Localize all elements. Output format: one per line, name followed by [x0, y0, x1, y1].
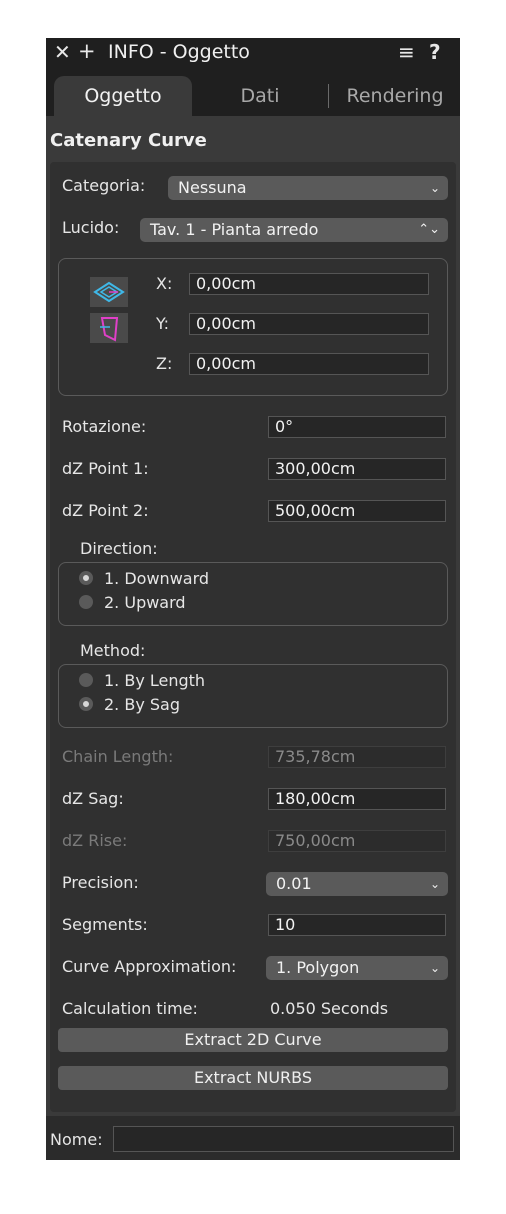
categoria-label: Categoria:	[62, 176, 146, 195]
rotazione-field[interactable]: 0°	[268, 416, 446, 438]
segments-field[interactable]: 10	[268, 914, 446, 936]
front-view-icon[interactable]	[90, 313, 128, 343]
coordinates-group: X: 0,00cm Y: 0,00cm Z: 0,00cm	[58, 258, 448, 396]
x-label: X:	[156, 274, 173, 293]
chevron-down-icon: ⌄	[429, 961, 440, 975]
chevron-down-icon: ⌄	[429, 877, 440, 891]
lucido-label: Lucido:	[62, 218, 120, 237]
curve-approximation-popup[interactable]: 1. Polygon ⌄	[266, 956, 448, 980]
title-bar: ✕ + INFO - Oggetto ≡ ?	[46, 38, 460, 68]
categoria-popup[interactable]: Nessuna ⌄	[168, 176, 448, 200]
tab-dati[interactable]: Dati	[196, 76, 324, 116]
tab-separator	[328, 84, 329, 108]
method-by-length-radio[interactable]	[79, 673, 93, 687]
chain-length-field: 735,78cm	[268, 746, 446, 768]
lucido-popup[interactable]: Tav. 1 - Pianta arredo ⌃⌄	[140, 218, 448, 242]
dz-point-1-field[interactable]: 300,00cm	[268, 458, 446, 480]
direction-downward-radio[interactable]	[79, 571, 93, 585]
object-content: Catenary Curve Categoria: Nessuna ⌄ Luci…	[46, 116, 460, 1116]
close-icon[interactable]: ✕	[54, 40, 71, 64]
calculation-time-value: 0.050 Seconds	[270, 999, 389, 1018]
method-label: Method:	[80, 641, 146, 660]
lucido-value: Tav. 1 - Pianta arredo	[150, 220, 319, 239]
precision-popup[interactable]: 0.01 ⌄	[266, 872, 448, 896]
dz-sag-field[interactable]: 180,00cm	[268, 788, 446, 810]
curve-approximation-value: 1. Polygon	[276, 958, 360, 977]
direction-downward-label: 1. Downward	[104, 569, 210, 588]
dz-point-1-label: dZ Point 1:	[62, 459, 149, 478]
z-label: Z:	[156, 354, 173, 373]
curve-approximation-label: Curve Approximation:	[62, 957, 237, 976]
dz-sag-label: dZ Sag:	[62, 789, 124, 808]
direction-upward-radio[interactable]	[79, 595, 93, 609]
dz-point-2-field[interactable]: 500,00cm	[268, 500, 446, 522]
y-label: Y:	[156, 314, 170, 333]
info-palette: ✕ + INFO - Oggetto ≡ ? Oggetto Dati Rend…	[46, 38, 460, 1160]
extract-2d-curve-button[interactable]: Extract 2D Curve	[58, 1028, 448, 1052]
direction-group: 1. Downward 2. Upward	[58, 562, 448, 626]
top-view-icon[interactable]	[90, 277, 128, 307]
chevron-updown-icon: ⌃⌄	[418, 222, 440, 237]
precision-label: Precision:	[62, 873, 139, 892]
method-by-sag-label: 2. By Sag	[104, 695, 180, 714]
add-icon[interactable]: +	[78, 39, 96, 63]
x-field[interactable]: 0,00cm	[189, 273, 429, 295]
categoria-value: Nessuna	[178, 178, 247, 197]
y-field[interactable]: 0,00cm	[189, 313, 429, 335]
segments-label: Segments:	[62, 915, 148, 934]
direction-upward-label: 2. Upward	[104, 593, 186, 612]
calculation-time-label: Calculation time:	[62, 999, 198, 1018]
tab-rendering[interactable]: Rendering	[332, 76, 458, 116]
extract-nurbs-button[interactable]: Extract NURBS	[58, 1066, 448, 1090]
name-row: Nome:	[46, 1120, 460, 1160]
object-title: Catenary Curve	[50, 130, 207, 151]
name-field[interactable]	[113, 1126, 454, 1152]
direction-label: Direction:	[80, 539, 158, 558]
dz-point-2-label: dZ Point 2:	[62, 501, 149, 520]
chain-length-label: Chain Length:	[62, 747, 174, 766]
dz-rise-label: dZ Rise:	[62, 831, 128, 850]
precision-value: 0.01	[276, 874, 312, 893]
z-field[interactable]: 0,00cm	[189, 353, 429, 375]
method-group: 1. By Length 2. By Sag	[58, 664, 448, 728]
dz-rise-field: 750,00cm	[268, 830, 446, 852]
tab-oggetto[interactable]: Oggetto	[54, 76, 192, 116]
name-label: Nome:	[50, 1130, 103, 1149]
method-by-length-label: 1. By Length	[104, 671, 206, 690]
menu-icon[interactable]: ≡	[398, 40, 415, 64]
parameters-panel: Categoria: Nessuna ⌄ Lucido: Tav. 1 - Pi…	[50, 162, 456, 1112]
chevron-down-icon: ⌄	[429, 181, 440, 195]
help-icon[interactable]: ?	[429, 40, 441, 64]
tab-bar: Oggetto Dati Rendering	[46, 68, 460, 116]
method-by-sag-radio[interactable]	[79, 697, 93, 711]
rotazione-label: Rotazione:	[62, 417, 147, 436]
palette-title: INFO - Oggetto	[108, 41, 250, 63]
